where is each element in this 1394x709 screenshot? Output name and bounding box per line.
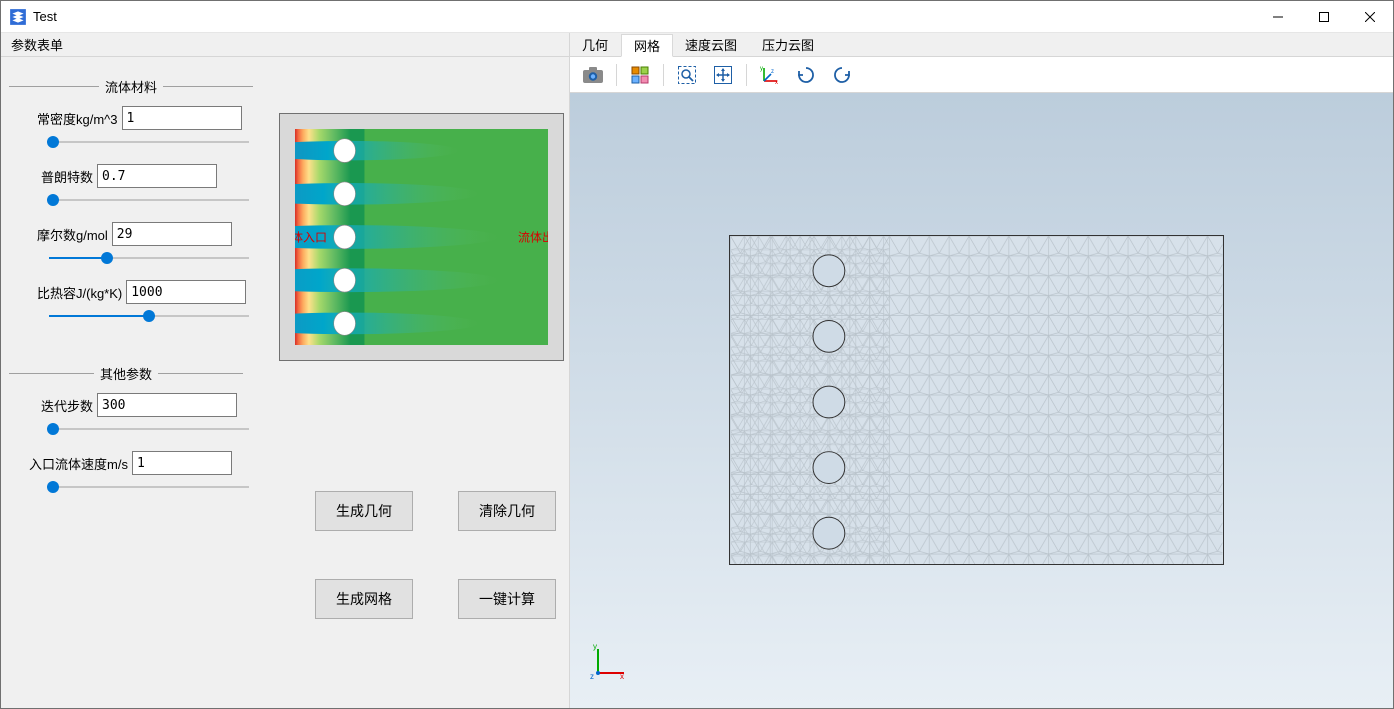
group-other-params: 其他参数 迭代步数 入口流体速度m/s: [9, 364, 561, 495]
molar-slider[interactable]: [49, 250, 249, 266]
svg-text:x: x: [620, 672, 624, 681]
svg-text:y: y: [593, 643, 597, 651]
tab-mesh[interactable]: 网格: [621, 34, 673, 57]
viewport-3d[interactable]: y x z: [570, 93, 1393, 708]
density-slider[interactable]: [49, 134, 249, 150]
mesh-domain: [729, 235, 1224, 565]
svg-text:y: y: [760, 66, 763, 72]
preview-inlet-label: 流体入口: [295, 229, 327, 246]
iterations-slider[interactable]: [49, 421, 249, 437]
simulation-preview: 流体入口 流体出口: [279, 113, 564, 361]
generate-mesh-button[interactable]: 生成网格: [315, 579, 413, 619]
svg-text:z: z: [590, 672, 594, 681]
maximize-button[interactable]: [1301, 1, 1347, 33]
multiselect-icon[interactable]: [623, 60, 657, 90]
camera-icon[interactable]: [576, 60, 610, 90]
inlet-velocity-input[interactable]: [132, 451, 232, 475]
axis-gizmo: y x z: [590, 643, 628, 684]
zoom-box-icon[interactable]: [670, 60, 704, 90]
group-other-title: 其他参数: [94, 364, 158, 383]
field-iterations: 迭代步数: [37, 393, 561, 417]
tab-pressure[interactable]: 压力云图: [750, 33, 827, 56]
clear-geometry-button[interactable]: 清除几何: [458, 491, 556, 531]
right-panel: yxz: [570, 57, 1393, 708]
tab-velocity[interactable]: 速度云图: [673, 33, 750, 56]
rotate-cw-icon[interactable]: [789, 60, 823, 90]
iterations-input[interactable]: [97, 393, 237, 417]
pan-icon[interactable]: [706, 60, 740, 90]
preview-outlet-label: 流体出口: [518, 229, 548, 246]
left-panel: 流体材料 常密度kg/m^3 普朗特数 摩尔: [1, 57, 570, 708]
generate-geometry-button[interactable]: 生成几何: [315, 491, 413, 531]
svg-text:z: z: [771, 69, 774, 75]
tab-bar: 几何 网格 速度云图 压力云图: [570, 33, 1393, 57]
viewport-toolbar: y xz: [570, 57, 1393, 93]
density-input[interactable]: [122, 106, 242, 130]
menu-param-form[interactable]: 参数表单: [1, 33, 73, 56]
group-fluid-title: 流体材料: [99, 77, 163, 96]
molar-input[interactable]: [112, 222, 232, 246]
title-bar: Test: [1, 1, 1393, 33]
molar-label: 摩尔数g/mol: [37, 225, 108, 244]
density-label: 常密度kg/m^3: [37, 109, 118, 128]
axes-icon[interactable]: y xz: [753, 60, 787, 90]
prandtl-slider[interactable]: [49, 192, 249, 208]
inlet-velocity-label: 入口流体速度m/s: [29, 454, 128, 473]
cp-input[interactable]: [126, 280, 246, 304]
action-buttons: 生成几何 清除几何 生成网格 一键计算: [315, 491, 556, 619]
prandtl-input[interactable]: [97, 164, 217, 188]
iterations-label: 迭代步数: [37, 396, 93, 415]
tab-geometry[interactable]: 几何: [570, 33, 621, 56]
svg-text:x: x: [775, 80, 778, 85]
app-window: Test 参数表单 几何 网格 速度云图 压力云图 流体材料: [0, 0, 1394, 709]
close-button[interactable]: [1347, 1, 1393, 33]
menubar: 参数表单: [1, 33, 570, 57]
rotate-ccw-icon[interactable]: [825, 60, 859, 90]
app-icon: [9, 8, 27, 26]
inlet-velocity-slider[interactable]: [49, 479, 249, 495]
top-strip: 参数表单 几何 网格 速度云图 压力云图: [1, 33, 1393, 57]
compute-button[interactable]: 一键计算: [458, 579, 556, 619]
field-inlet-velocity: 入口流体速度m/s: [29, 451, 561, 475]
minimize-button[interactable]: [1255, 1, 1301, 33]
prandtl-label: 普朗特数: [37, 167, 93, 186]
window-title: Test: [33, 9, 57, 24]
cp-label: 比热容J/(kg*K): [37, 283, 122, 302]
cp-slider[interactable]: [49, 308, 249, 324]
